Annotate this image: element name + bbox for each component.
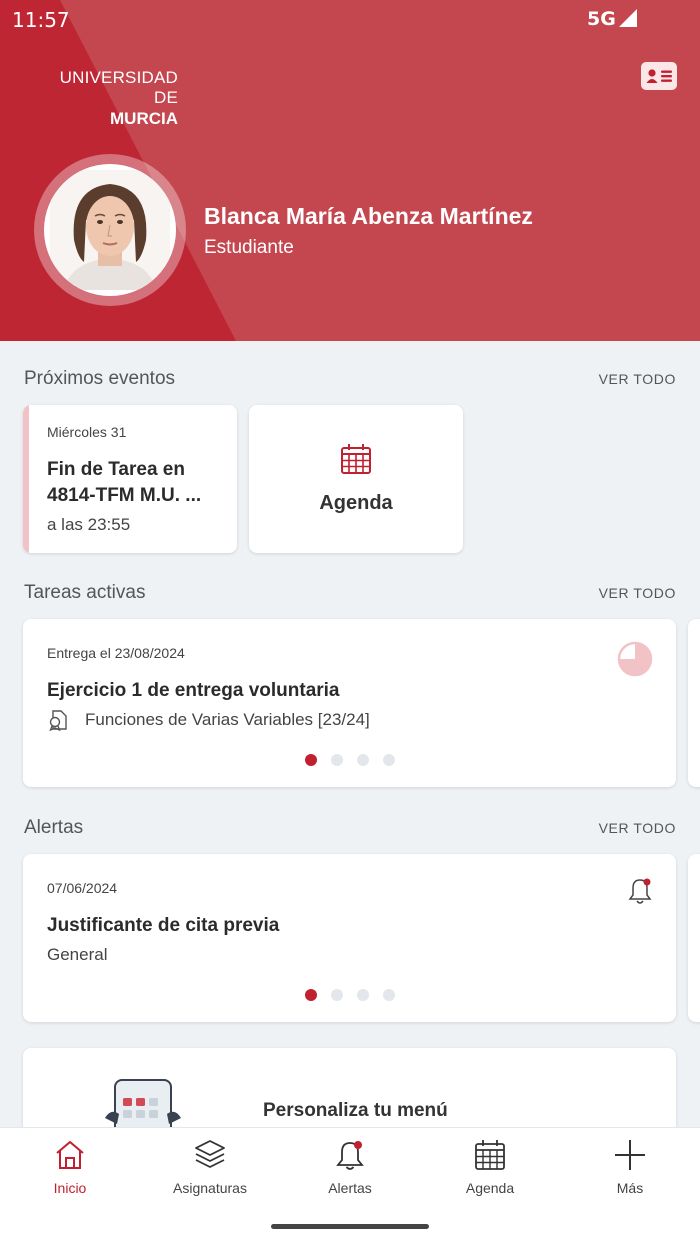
pager-dot-4[interactable] (383, 989, 395, 1001)
nav-item-alertas[interactable]: Alertas (290, 1138, 410, 1204)
alerts-see-all-link[interactable]: VER TODO (599, 820, 676, 836)
nav-label-inicio: Inicio (53, 1180, 87, 1196)
status-time: 11:57 (12, 8, 70, 32)
nav-label-alertas: Alertas (328, 1180, 372, 1196)
alerts-pager (305, 989, 405, 1001)
calendar-icon (341, 444, 371, 474)
agenda-shortcut-card[interactable]: Agenda (249, 405, 463, 553)
event-title: Fin de Tarea en 4814-TFM M.U. ... (47, 457, 229, 509)
calendar-icon (475, 1140, 505, 1170)
avatar[interactable] (44, 164, 176, 296)
status-bar: 11:57 5G (0, 0, 700, 36)
signal-icon (619, 9, 637, 27)
events-section-title: Próximos eventos (24, 368, 176, 389)
nav-label-mas: Más (616, 1180, 644, 1196)
task-title: Ejercicio 1 de entrega voluntaria (47, 680, 340, 701)
event-time: a las 23:55 (47, 515, 131, 534)
pager-dot-4[interactable] (383, 754, 395, 766)
alerts-section-title: Alertas (24, 817, 84, 838)
nav-item-inicio[interactable]: Inicio (10, 1138, 130, 1204)
alert-date: 07/06/2024 (47, 880, 118, 896)
pager-dot-2[interactable] (331, 989, 343, 1001)
user-role: Estudiante (204, 237, 294, 258)
logo-line-1: UNIVERSIDAD DE (59, 68, 178, 107)
alert-title: Justificante de cita previa (47, 915, 280, 936)
home-icon (56, 1141, 84, 1169)
progress-pie-icon (617, 641, 653, 677)
nav-item-asignaturas[interactable]: Asignaturas (150, 1138, 270, 1204)
avatar-ring (34, 154, 186, 306)
pager-dot-3[interactable] (357, 989, 369, 1001)
logo-line-2: MURCIA (110, 109, 178, 128)
event-accent-bar (23, 405, 29, 553)
course-icon (49, 710, 67, 732)
nav-label-asignaturas: Asignaturas (173, 1180, 247, 1196)
alert-card[interactable]: 07/06/2024 Justificante de cita previa G… (23, 854, 676, 1022)
alert-category: General (47, 945, 108, 964)
bottom-navigation: Inicio Asignaturas Alertas Agenda Más (0, 1127, 700, 1244)
bell-icon (336, 1141, 364, 1170)
profile-header: 11:57 5G UNIVERSIDAD DE MURCIA Blanca Ma… (0, 0, 700, 341)
event-title-line-1: Fin de Tarea en (47, 459, 185, 480)
task-subject: Funciones de Varias Variables [23/24] (85, 710, 370, 729)
customize-menu-text: Personaliza tu menú (263, 1100, 448, 1121)
tasks-section-title: Tareas activas (24, 582, 146, 603)
university-logo: UNIVERSIDAD DE MURCIA (34, 68, 178, 129)
agenda-label: Agenda (319, 492, 393, 514)
task-due-date: Entrega el 23/08/2024 (47, 645, 185, 661)
bell-notification-icon (628, 878, 652, 904)
pager-dot-3[interactable] (357, 754, 369, 766)
id-card-button[interactable] (641, 62, 677, 90)
nav-label-agenda: Agenda (465, 1180, 515, 1196)
task-card[interactable]: Entrega el 23/08/2024 Ejercicio 1 de ent… (23, 619, 676, 787)
id-card-icon (646, 69, 672, 83)
next-alert-card-peek[interactable] (688, 854, 700, 1022)
tasks-pager (305, 754, 405, 766)
events-see-all-link[interactable]: VER TODO (599, 371, 676, 387)
event-card[interactable]: Miércoles 31 Fin de Tarea en 4814-TFM M.… (23, 405, 237, 553)
network-type: 5G (587, 8, 616, 30)
nav-item-agenda[interactable]: Agenda (430, 1138, 550, 1204)
pager-dot-1[interactable] (305, 989, 317, 1001)
pager-dot-2[interactable] (331, 754, 343, 766)
user-name: Blanca María Abenza Martínez (204, 203, 533, 229)
home-indicator[interactable] (271, 1224, 429, 1229)
event-day: Miércoles 31 (47, 424, 127, 440)
pager-dot-1[interactable] (305, 754, 317, 766)
plus-icon (615, 1140, 645, 1170)
nav-item-mas[interactable]: Más (570, 1138, 690, 1204)
event-title-line-2: 4814-TFM M.U. ... (47, 485, 202, 506)
next-task-card-peek[interactable] (688, 619, 700, 787)
tasks-see-all-link[interactable]: VER TODO (599, 585, 676, 601)
layers-icon (195, 1140, 225, 1168)
avatar-photo (50, 170, 170, 290)
